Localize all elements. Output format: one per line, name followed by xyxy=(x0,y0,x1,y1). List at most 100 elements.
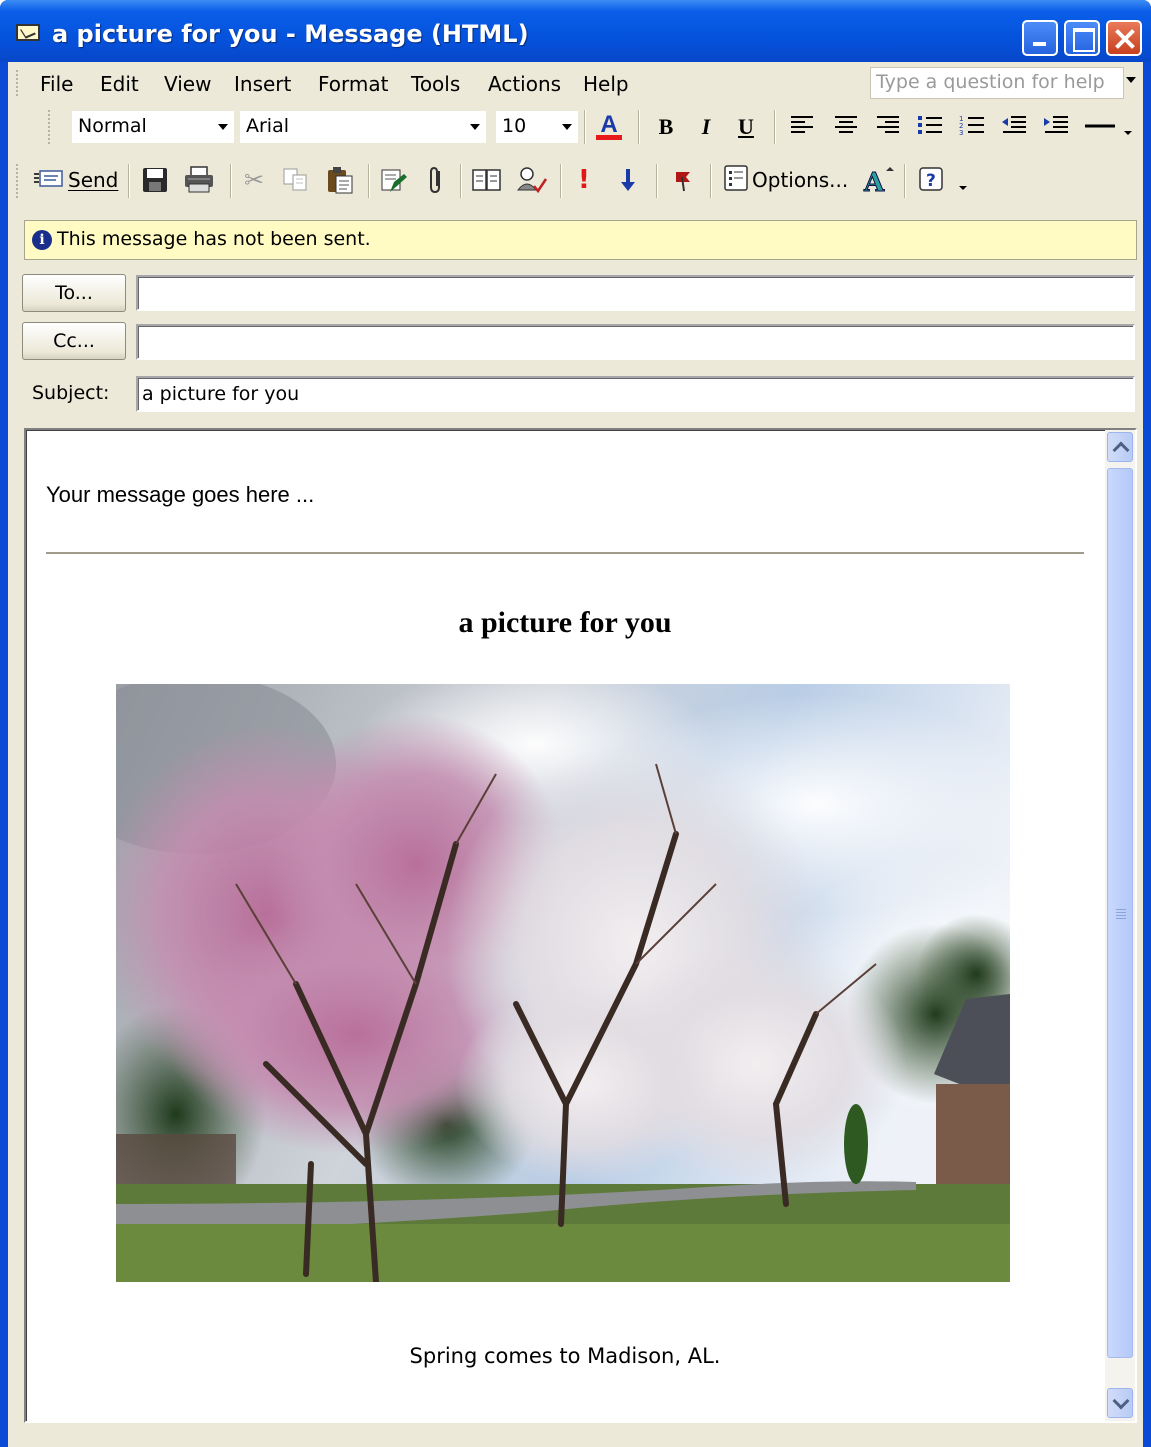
send-label: Send xyxy=(68,168,119,192)
align-left-icon[interactable] xyxy=(788,114,816,140)
font-size-select[interactable]: 10 xyxy=(496,111,578,143)
cc-button[interactable]: Cc... xyxy=(22,322,126,360)
vertical-scrollbar[interactable] xyxy=(1105,430,1135,1421)
info-icon: i xyxy=(32,230,52,250)
font-select[interactable]: Arial xyxy=(240,111,486,143)
address-book-icon[interactable] xyxy=(472,162,502,198)
minimize-button[interactable] xyxy=(1022,20,1058,56)
svg-text:3: 3 xyxy=(959,129,963,136)
scroll-thumb[interactable] xyxy=(1107,468,1133,1358)
envelope-icon xyxy=(16,24,40,41)
picture-caption: Spring comes to Madison, AL. xyxy=(409,1344,721,1368)
toolbar-grip[interactable] xyxy=(16,164,20,198)
flag-icon[interactable] xyxy=(672,162,694,198)
toolbar-separator xyxy=(230,164,232,198)
subject-field[interactable]: a picture for you xyxy=(136,376,1135,412)
toolbar-separator xyxy=(638,110,640,144)
toolbar-separator xyxy=(656,164,658,198)
close-button[interactable] xyxy=(1106,20,1142,56)
font-color-icon[interactable]: A xyxy=(594,113,624,140)
increase-indent-icon[interactable] xyxy=(1042,114,1070,140)
subject-label: Subject: xyxy=(32,382,110,404)
font-size-value: 10 xyxy=(502,115,527,137)
chevron-down-icon xyxy=(562,124,572,130)
menu-insert[interactable]: Insert xyxy=(234,72,291,96)
toolbar-separator xyxy=(584,110,586,144)
check-names-person-icon[interactable] xyxy=(516,162,548,198)
align-right-icon[interactable] xyxy=(874,114,902,140)
maximize-button[interactable] xyxy=(1064,20,1100,56)
scroll-down-button[interactable] xyxy=(1107,1388,1133,1418)
menu-bar: File Edit View Insert Format Tools Actio… xyxy=(8,62,1143,102)
toolbar-grip[interactable] xyxy=(48,110,52,144)
to-field[interactable] xyxy=(136,275,1135,311)
svg-text:A: A xyxy=(863,168,885,195)
message-window: a picture for you - Message (HTML) File … xyxy=(0,0,1151,1447)
toolbar-separator xyxy=(560,164,562,198)
cc-field[interactable] xyxy=(136,324,1135,360)
underline-button[interactable]: U xyxy=(734,114,758,140)
menu-view[interactable]: View xyxy=(164,72,211,96)
picture-title: a picture for you xyxy=(458,606,672,639)
message-body[interactable]: Your message goes here ... a picture for… xyxy=(24,428,1137,1423)
attach-icon[interactable] xyxy=(426,162,446,198)
send-icon xyxy=(34,167,64,194)
scroll-up-button[interactable] xyxy=(1107,432,1133,462)
horizontal-line-icon[interactable] xyxy=(1084,114,1116,140)
menu-edit[interactable]: Edit xyxy=(100,72,139,96)
to-button[interactable]: To... xyxy=(22,274,126,312)
spring-trees-photo xyxy=(116,684,1010,1282)
standard-toolbar: Send ✂ ! Options... A ? xyxy=(8,154,1143,206)
svg-text:?: ? xyxy=(926,171,936,191)
info-bar-text: This message has not been sent. xyxy=(57,228,371,250)
menu-actions[interactable]: Actions xyxy=(488,72,561,96)
copy-icon[interactable] xyxy=(282,162,310,198)
numbering-icon[interactable]: 123 xyxy=(958,114,986,140)
style-select[interactable]: Normal xyxy=(72,111,234,143)
toolbar-options-icon[interactable] xyxy=(956,162,970,198)
print-icon[interactable] xyxy=(184,162,214,198)
help-search-input[interactable]: Type a question for help xyxy=(870,67,1124,99)
format-font-icon[interactable]: A xyxy=(862,162,894,198)
send-button[interactable]: Send xyxy=(34,162,118,198)
menu-tools[interactable]: Tools xyxy=(411,72,460,96)
window-client: File Edit View Insert Format Tools Actio… xyxy=(8,62,1143,1447)
menu-file[interactable]: File xyxy=(40,72,73,96)
menu-help[interactable]: Help xyxy=(583,72,629,96)
toolbar-separator xyxy=(774,110,776,144)
high-importance-icon[interactable]: ! xyxy=(578,162,590,198)
paste-icon[interactable] xyxy=(326,162,354,198)
low-importance-icon[interactable] xyxy=(618,162,638,198)
align-center-icon[interactable] xyxy=(832,114,860,140)
help-dropdown-icon[interactable] xyxy=(1126,77,1136,83)
italic-button[interactable]: I xyxy=(694,114,718,140)
scroll-grip-icon xyxy=(1116,909,1126,919)
chevron-down-icon xyxy=(218,124,228,130)
options-icon xyxy=(724,164,748,197)
check-names-icon[interactable] xyxy=(380,162,408,198)
toolbar-separator xyxy=(368,164,370,198)
cut-icon[interactable]: ✂ xyxy=(244,162,264,198)
decrease-indent-icon[interactable] xyxy=(1000,114,1028,140)
menu-format[interactable]: Format xyxy=(318,72,388,96)
message-intro: Your message goes here ... xyxy=(46,482,315,507)
chevron-down-icon xyxy=(470,124,480,130)
toolbar-options-icon[interactable] xyxy=(1120,114,1136,140)
toolbar-separator xyxy=(710,164,712,198)
help-icon[interactable]: ? xyxy=(918,162,946,198)
horizontal-rule xyxy=(46,552,1084,554)
info-bar: i This message has not been sent. xyxy=(24,220,1137,260)
toolbar-separator xyxy=(904,164,906,198)
formatting-toolbar: Normal Arial 10 A B I U 1 2 3 xyxy=(48,104,1143,148)
toolbar-separator xyxy=(460,164,462,198)
toolbar-separator xyxy=(128,164,130,198)
bold-button[interactable]: B xyxy=(654,114,678,140)
options-button[interactable]: Options... xyxy=(724,162,848,198)
toolbar-grip[interactable] xyxy=(16,70,20,96)
title-bar[interactable]: a picture for you - Message (HTML) xyxy=(0,0,1151,62)
window-title: a picture for you - Message (HTML) xyxy=(52,20,529,48)
save-icon[interactable] xyxy=(142,162,168,198)
bullets-icon[interactable] xyxy=(916,114,944,140)
style-value: Normal xyxy=(78,115,147,137)
options-label: Options... xyxy=(752,168,849,192)
